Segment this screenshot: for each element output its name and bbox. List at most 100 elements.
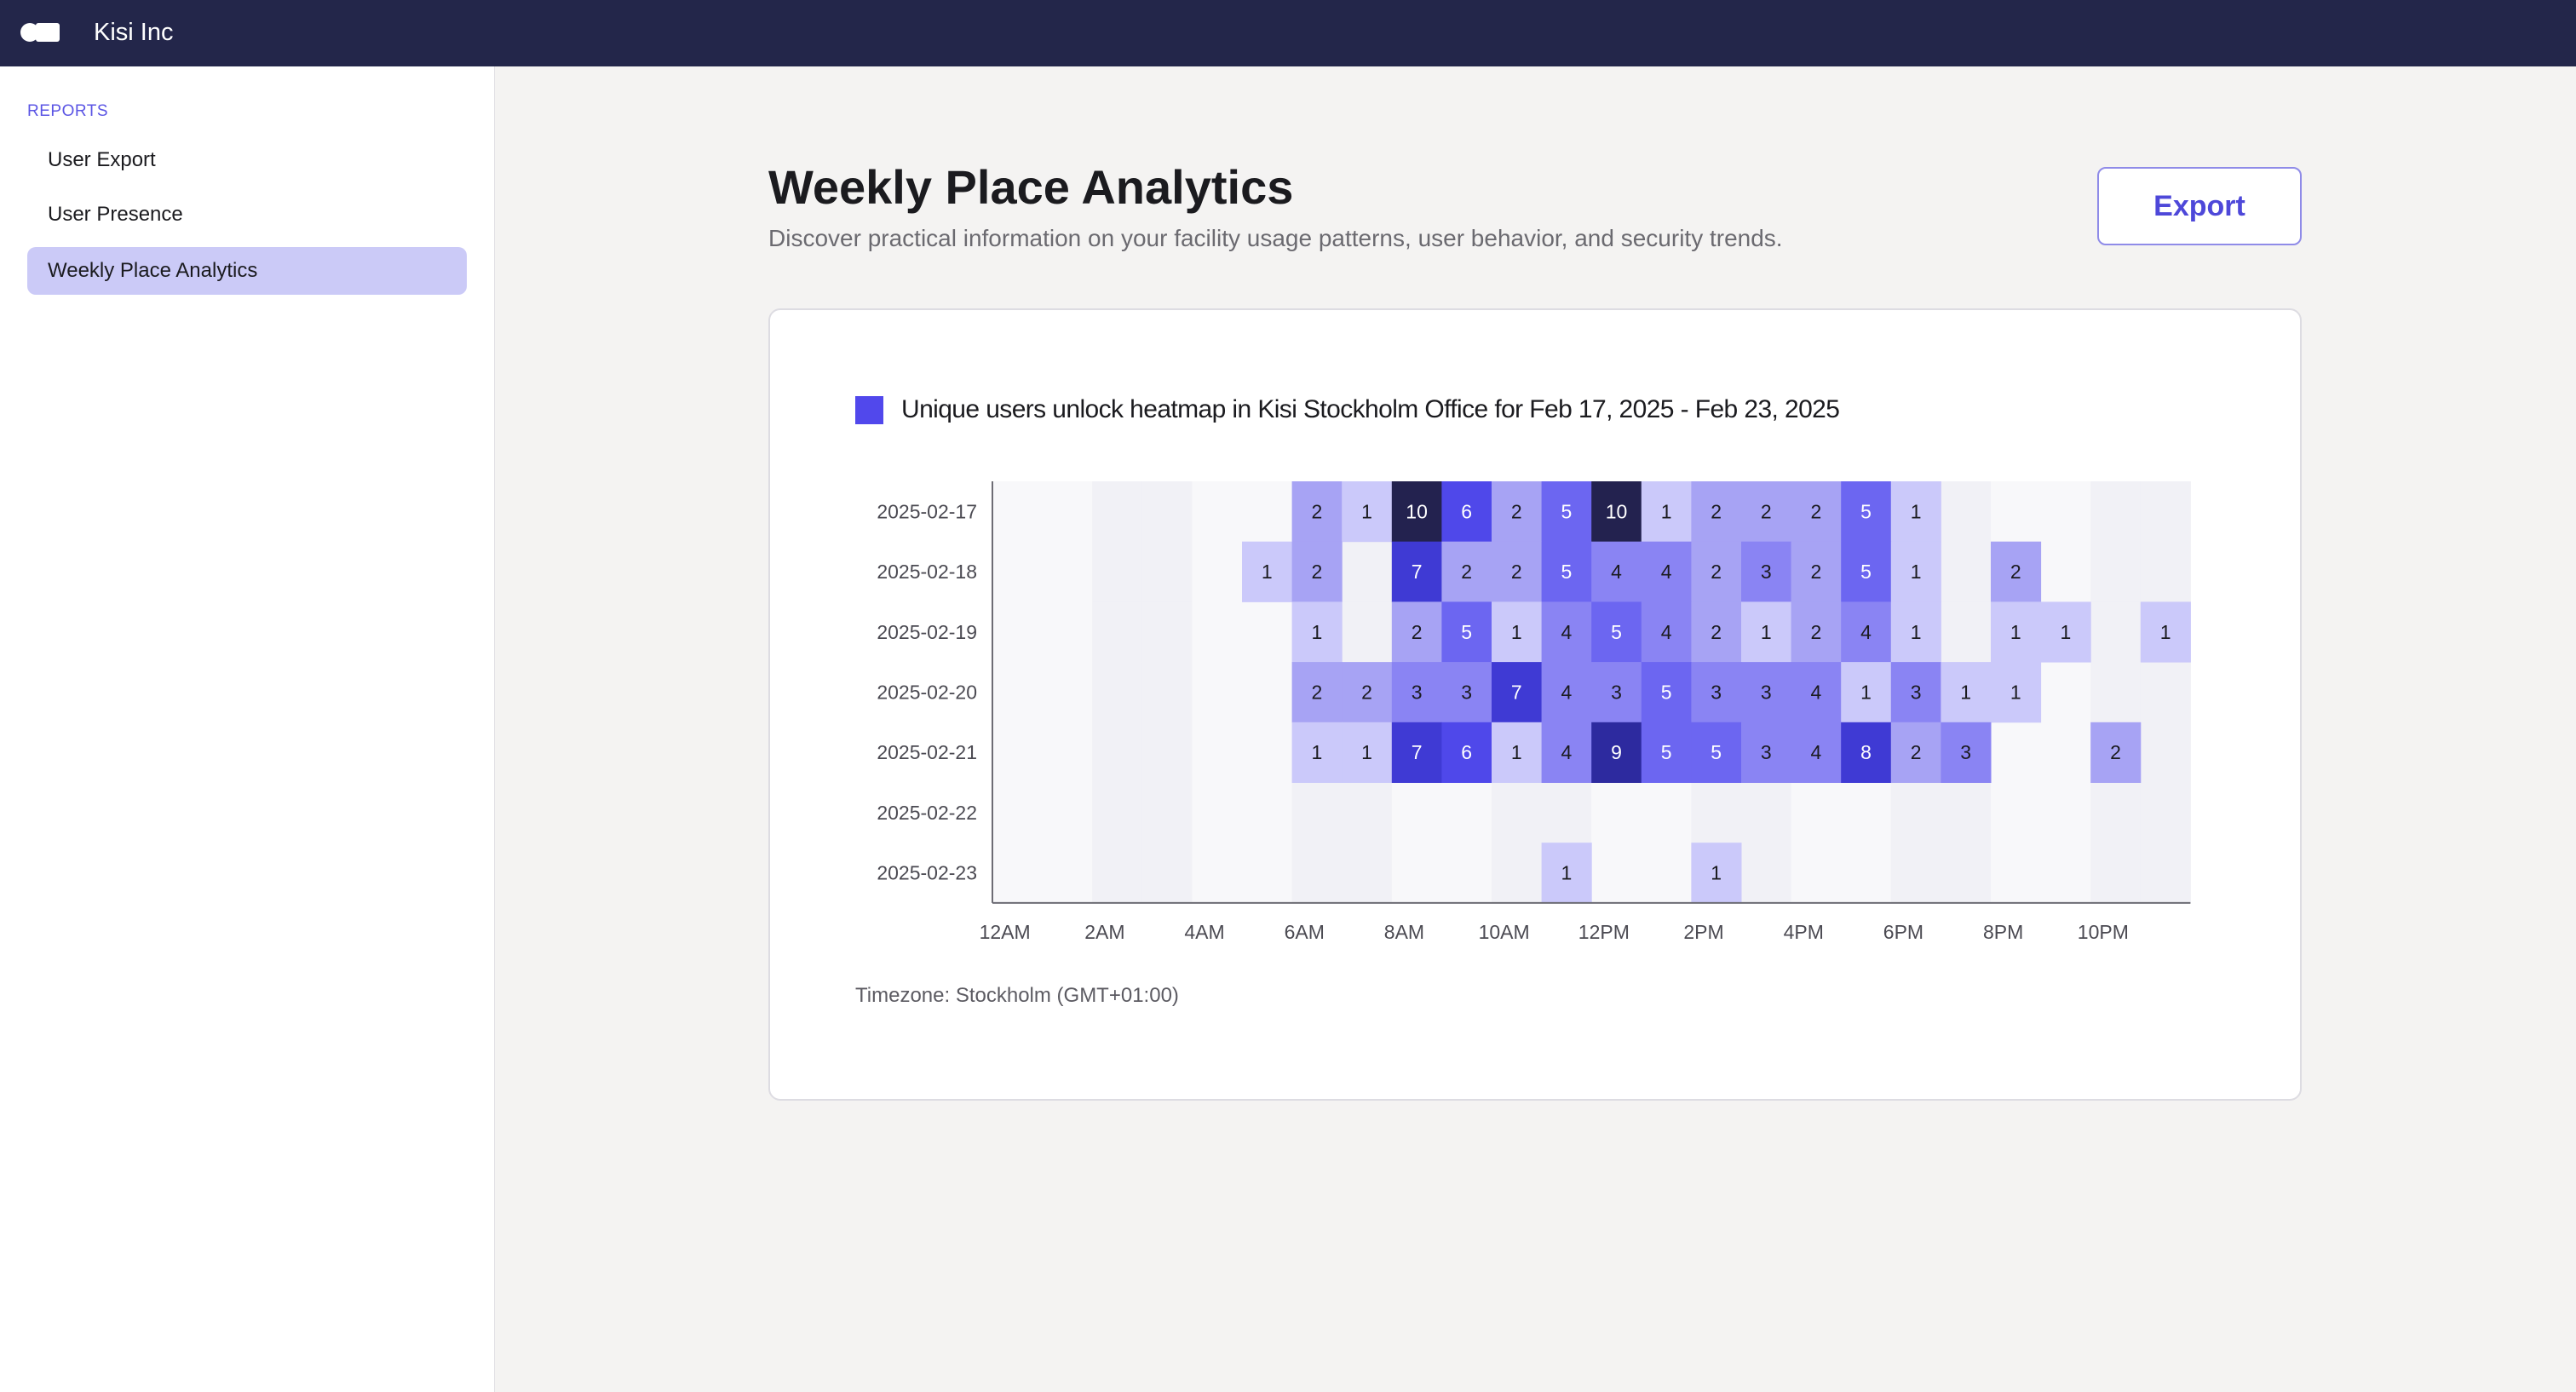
y-axis-tick-label: 2025-02-17 [877, 500, 977, 522]
heatmap-background-cell [1291, 843, 1343, 904]
heatmap-background-cell [1941, 782, 1992, 843]
unlock-heatmap: 2 1 10 6 2 5 10 1 2 2 2 5 11 2 7 2 2 5 4 4 2 3 2 5 1 21 2 5 1 4 5 4 2 1 2 4… [877, 481, 2191, 943]
heatmap-background-cell [1192, 601, 1243, 663]
heatmap-cell-value: 4 [1561, 621, 1573, 643]
heatmap-cell-value: 3 [1761, 681, 1772, 703]
heatmap-cell-value: 2 [1811, 500, 1822, 522]
heatmap-cell-value: 5 [1561, 500, 1573, 522]
heatmap-background-cell [2140, 662, 2191, 723]
heatmap-background-cell [1991, 782, 2042, 843]
heatmap-cell-value: 2 [1511, 500, 1522, 522]
heatmap-background-cell [1342, 601, 1393, 663]
heatmap-background-cell [2090, 662, 2142, 723]
heatmap-background-cell [1941, 481, 1992, 543]
heatmap-cell-value: 3 [1611, 681, 1622, 703]
heatmap-cell-value: 4 [1561, 741, 1573, 763]
heatmap-background-cell [1791, 782, 1842, 843]
heatmap-background-cell [1242, 481, 1293, 543]
heatmap-background-cell [1841, 843, 1892, 904]
heatmap-cell-value: 2 [1811, 561, 1822, 583]
heatmap-background-cell [1691, 782, 1742, 843]
heatmap-background-cell [1141, 722, 1193, 783]
heatmap-cell-value: 8 [1860, 741, 1872, 763]
heatmap-background-cell [1092, 601, 1143, 663]
heatmap-cell-value: 1 [1761, 621, 1772, 643]
heatmap-background-cell [2040, 541, 2091, 602]
sidebar-item-user-presence[interactable]: User Presence [27, 191, 467, 239]
kisi-logo-icon[interactable] [20, 23, 60, 42]
sidebar-item-weekly-place-analytics[interactable]: Weekly Place Analytics [27, 247, 467, 295]
heatmap-cell-value: 9 [1611, 741, 1622, 763]
heatmap-background-cell [1092, 782, 1143, 843]
timezone-label: Timezone: Stockholm (GMT+01:00) [855, 984, 1179, 1007]
heatmap-cell-value: 2 [1412, 621, 1423, 643]
heatmap-background-cell [1941, 541, 1992, 602]
heatmap-cell-value: 3 [1412, 681, 1423, 703]
heatmap-cell-value: 6 [1461, 741, 1472, 763]
heatmap-background-cell [1042, 601, 1093, 663]
heatmap-cell-value: 2 [1511, 561, 1522, 583]
heatmap-cell-value: 2 [1711, 561, 1722, 583]
heatmap-cell-value: 1 [1711, 862, 1722, 884]
heatmap-cell-value: 2 [1711, 500, 1722, 522]
heatmap-cell-value: 1 [1511, 741, 1522, 763]
heatmap-background-cell [1242, 722, 1293, 783]
heatmap-background-cell [992, 662, 1044, 723]
heatmap-background-cell [1741, 843, 1792, 904]
heatmap-background-cell [2140, 782, 2191, 843]
heatmap-cell-value: 5 [1711, 741, 1722, 763]
heatmap-cell-value: 4 [1661, 561, 1672, 583]
x-axis-tick-label: 6AM [1285, 921, 1325, 943]
heatmap-cell-value: 1 [1561, 862, 1573, 884]
heatmap-cell-value: 1 [1312, 741, 1323, 763]
x-axis-tick-label: 10PM [2078, 921, 2129, 943]
heatmap-cell-value: 3 [1711, 681, 1722, 703]
heatmap-background-cell [1391, 843, 1442, 904]
heatmap-cell-value: 2 [1711, 621, 1722, 643]
x-axis-tick-label: 6PM [1883, 921, 1923, 943]
heatmap-background-cell [1391, 782, 1442, 843]
heatmap-cell-value: 3 [1960, 741, 1971, 763]
heatmap-cell-value: 3 [1761, 741, 1772, 763]
heatmap-cell-value: 2 [2110, 741, 2121, 763]
heatmap-cell-value: 5 [1661, 681, 1672, 703]
heatmap-background-cell [1192, 662, 1243, 723]
heatmap-background-cell [1042, 722, 1093, 783]
heatmap-cell-value: 10 [1606, 500, 1628, 522]
heatmap-background-cell [2090, 782, 2142, 843]
heatmap-cell-value: 5 [1611, 621, 1622, 643]
x-axis-tick-label: 4PM [1784, 921, 1824, 943]
organization-name[interactable]: Kisi Inc [94, 17, 173, 48]
heatmap-cell-value: 1 [2010, 621, 2021, 643]
x-axis-tick-label: 8AM [1384, 921, 1424, 943]
heatmap-cell-value: 7 [1412, 561, 1423, 583]
heatmap-background-cell [2140, 722, 2191, 783]
heatmap-background-cell [2090, 541, 2142, 602]
heatmap-background-cell [2040, 843, 2091, 904]
heatmap-background-cell [1141, 481, 1193, 543]
heatmap-background-cell [1242, 782, 1293, 843]
heatmap-background-cell [1092, 843, 1143, 904]
heatmap-cell-value: 4 [1611, 561, 1622, 583]
heatmap-cell-value: 2 [2010, 561, 2021, 583]
y-axis-tick-label: 2025-02-19 [877, 621, 977, 643]
heatmap-background-cell [1342, 843, 1393, 904]
heatmap-background-cell [1441, 782, 1492, 843]
heatmap-background-cell [1890, 782, 1941, 843]
heatmap-background-cell [992, 481, 1044, 543]
heatmap-background-cell [2040, 722, 2091, 783]
x-axis-tick-label: 2AM [1084, 921, 1124, 943]
heatmap-cell-value: 1 [1911, 561, 1922, 583]
heatmap-background-cell [2090, 481, 2142, 543]
heatmap-cell-value: 4 [1860, 621, 1872, 643]
heatmap-cell-value: 1 [1911, 621, 1922, 643]
page-subtitle: Discover practical information on your f… [768, 225, 1783, 251]
sidebar-item-user-export[interactable]: User Export [27, 136, 467, 184]
heatmap-background-cell [2040, 662, 2091, 723]
heatmap-cell-value: 10 [1406, 500, 1428, 522]
export-button[interactable]: Export [2097, 167, 2302, 245]
heatmap-background-cell [2090, 601, 2142, 663]
heatmap-background-cell [1641, 843, 1692, 904]
heatmap-cell-value: 4 [1661, 621, 1672, 643]
y-axis-tick-label: 2025-02-21 [877, 741, 977, 763]
